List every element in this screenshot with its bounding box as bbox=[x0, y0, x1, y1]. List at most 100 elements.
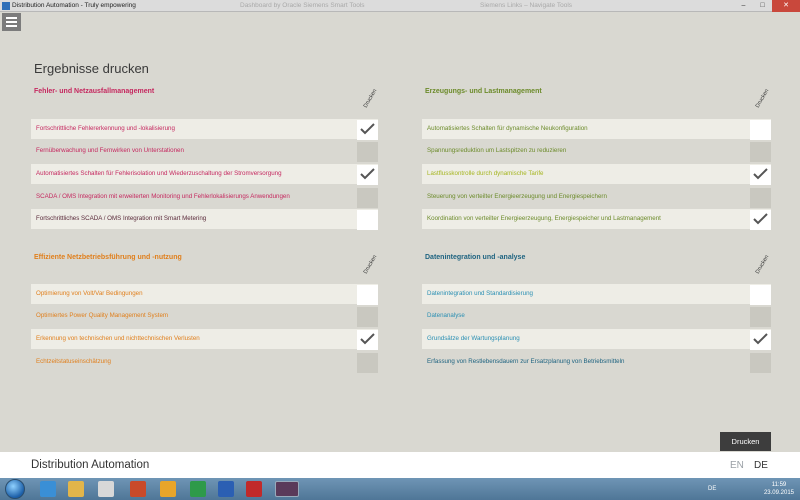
print-checkbox-disabled bbox=[750, 307, 771, 327]
window-controls: – □ ✕ bbox=[734, 0, 800, 12]
list-item: Datenanalyse bbox=[422, 306, 771, 327]
item-label: Fortschrittliches SCADA / OMS Integratio… bbox=[36, 215, 207, 222]
window-title: Distribution Automation - Truly empoweri… bbox=[12, 2, 136, 9]
print-checkbox-checked[interactable] bbox=[357, 330, 378, 350]
list-item: SCADA / OMS Integration mit erweiterten … bbox=[31, 187, 378, 208]
tray-date: 23.09.2015 bbox=[763, 490, 794, 496]
page-title: Ergebnisse drucken bbox=[34, 61, 149, 76]
list-item: Erfassung von Restlebensdauern zur Ersat… bbox=[422, 352, 771, 373]
section-title-data: Datenintegration und -analyse bbox=[425, 254, 526, 261]
item-label: Spannungsreduktion um Lastspitzen zu red… bbox=[427, 147, 567, 154]
tray-language[interactable]: DE bbox=[708, 486, 716, 492]
list-item: Spannungsreduktion um Lastspitzen zu red… bbox=[422, 141, 771, 162]
item-label: Optimiertes Power Quality Management Sys… bbox=[36, 312, 169, 319]
print-checkbox-disabled bbox=[750, 353, 771, 373]
item-label: Echtzeitstatuseinschätzung bbox=[36, 358, 111, 365]
print-checkbox-unchecked[interactable] bbox=[750, 285, 771, 305]
item-label: Erkennung von technischen und nichttechn… bbox=[36, 335, 200, 342]
footer: Distribution Automation EN DE bbox=[0, 452, 800, 478]
item-label: Lastflusskontrolle durch dynamische Tari… bbox=[427, 170, 544, 177]
ghost-title-2: Siemens Links – Navigate Tools bbox=[480, 2, 573, 9]
list-item: Grundsätze der Wartungsplanung bbox=[422, 329, 771, 350]
list-item: Optimiertes Power Quality Management Sys… bbox=[31, 306, 378, 327]
item-label: Datenanalyse bbox=[427, 312, 465, 319]
print-checkbox-checked[interactable] bbox=[750, 165, 771, 185]
ghost-title-1: Dashboard by Oracle Siemens Smart Tools bbox=[240, 2, 365, 9]
item-label: Fortschrittliche Fehlererkennung und -lo… bbox=[36, 125, 175, 132]
section-title-fault: Fehler- und Netzausfallmanagement bbox=[34, 88, 155, 95]
print-column-header: Drucken bbox=[754, 254, 771, 275]
item-label: Fernüberwachung und Fernwirken von Unter… bbox=[36, 147, 184, 154]
start-button[interactable] bbox=[5, 479, 25, 499]
brand-label: Distribution Automation bbox=[31, 459, 150, 471]
item-label: Automatisiertes Schalten für Fehlerisola… bbox=[36, 170, 282, 177]
list-item: Fortschrittliche Fehlererkennung und -lo… bbox=[31, 119, 378, 140]
list-item: Fortschrittliches SCADA / OMS Integratio… bbox=[31, 209, 378, 230]
list-item: Automatisiertes Schalten für dynamische … bbox=[422, 119, 771, 140]
item-label: Grundsätze der Wartungsplanung bbox=[427, 335, 520, 342]
tray-clock[interactable]: 11:59 23.09.2015 bbox=[764, 481, 794, 497]
check-icon bbox=[753, 333, 768, 345]
item-label: Erfassung von Restlebensdauern zur Ersat… bbox=[427, 358, 625, 365]
check-icon bbox=[753, 168, 768, 180]
print-checkbox-checked[interactable] bbox=[750, 210, 771, 230]
print-column-header: Drucken bbox=[754, 88, 771, 109]
print-checkbox-checked[interactable] bbox=[357, 120, 378, 140]
item-label: Steuerung von verteilter Energieerzeugun… bbox=[427, 193, 607, 200]
print-checkbox-disabled bbox=[357, 353, 378, 373]
excel-icon[interactable] bbox=[190, 481, 206, 497]
list-item: Datenintegration und Standardisierung bbox=[422, 284, 771, 305]
print-checkbox-unchecked[interactable] bbox=[357, 285, 378, 305]
window-titlebar: Distribution Automation - Truly empoweri… bbox=[0, 0, 800, 12]
print-column-header: Drucken bbox=[362, 88, 379, 109]
print-checkbox-unchecked[interactable] bbox=[750, 120, 771, 140]
app-icon-2[interactable] bbox=[130, 481, 146, 497]
hamburger-icon bbox=[6, 17, 17, 19]
print-checkbox-disabled bbox=[357, 188, 378, 208]
print-checkbox-unchecked[interactable] bbox=[357, 210, 378, 230]
item-label: Automatisiertes Schalten für dynamische … bbox=[427, 125, 588, 132]
list-item: Optimierung von Volt/Var Bedingungen bbox=[31, 284, 378, 305]
list-item: Lastflusskontrolle durch dynamische Tari… bbox=[422, 164, 771, 185]
item-label: Koordination von verteilter Energieerzeu… bbox=[427, 215, 661, 222]
list-item: Fernüberwachung und Fernwirken von Unter… bbox=[31, 141, 378, 162]
item-label: Datenintegration und Standardisierung bbox=[427, 290, 533, 297]
explorer-icon[interactable] bbox=[68, 481, 84, 497]
list-item: Echtzeitstatuseinschätzung bbox=[31, 352, 378, 373]
list-item: Koordination von verteilter Energieerzeu… bbox=[422, 209, 771, 230]
maximize-button[interactable]: □ bbox=[753, 0, 772, 12]
print-checkbox-disabled bbox=[750, 188, 771, 208]
print-checkbox-disabled bbox=[750, 142, 771, 162]
print-checkbox-disabled bbox=[357, 307, 378, 327]
acrobat-icon[interactable] bbox=[246, 481, 262, 497]
ie-icon[interactable] bbox=[40, 481, 56, 497]
app-icon-1[interactable] bbox=[98, 481, 114, 497]
item-label: SCADA / OMS Integration mit erweiterten … bbox=[36, 193, 290, 200]
close-button[interactable]: ✕ bbox=[772, 0, 800, 12]
lang-de-button[interactable]: DE bbox=[754, 460, 768, 471]
taskbar: DE 11:59 23.09.2015 bbox=[0, 478, 800, 500]
print-column-header: Drucken bbox=[362, 254, 379, 275]
print-checkbox-checked[interactable] bbox=[750, 330, 771, 350]
check-icon bbox=[360, 123, 375, 135]
print-checkbox-checked[interactable] bbox=[357, 165, 378, 185]
list-item: Automatisiertes Schalten für Fehlerisola… bbox=[31, 164, 378, 185]
print-checkbox-disabled bbox=[357, 142, 378, 162]
menu-button[interactable] bbox=[2, 13, 21, 31]
item-label: Optimierung von Volt/Var Bedingungen bbox=[36, 290, 143, 297]
list-item: Steuerung von verteilter Energieerzeugun… bbox=[422, 187, 771, 208]
lang-en-button[interactable]: EN bbox=[730, 460, 744, 471]
minimize-button[interactable]: – bbox=[734, 0, 753, 12]
list-item: Erkennung von technischen und nichttechn… bbox=[31, 329, 378, 350]
active-app-icon[interactable] bbox=[275, 481, 299, 497]
print-button[interactable]: Drucken bbox=[720, 432, 771, 451]
tray-time: 11:59 bbox=[771, 482, 787, 488]
media-player-icon[interactable] bbox=[160, 481, 176, 497]
app-icon bbox=[2, 2, 10, 10]
word-icon[interactable] bbox=[218, 481, 234, 497]
section-title-operations: Effiziente Netzbetriebsführung und -nutz… bbox=[34, 254, 182, 261]
check-icon bbox=[360, 333, 375, 345]
section-title-generation: Erzeugungs- und Lastmanagement bbox=[425, 88, 542, 95]
check-icon bbox=[753, 213, 768, 225]
check-icon bbox=[360, 168, 375, 180]
